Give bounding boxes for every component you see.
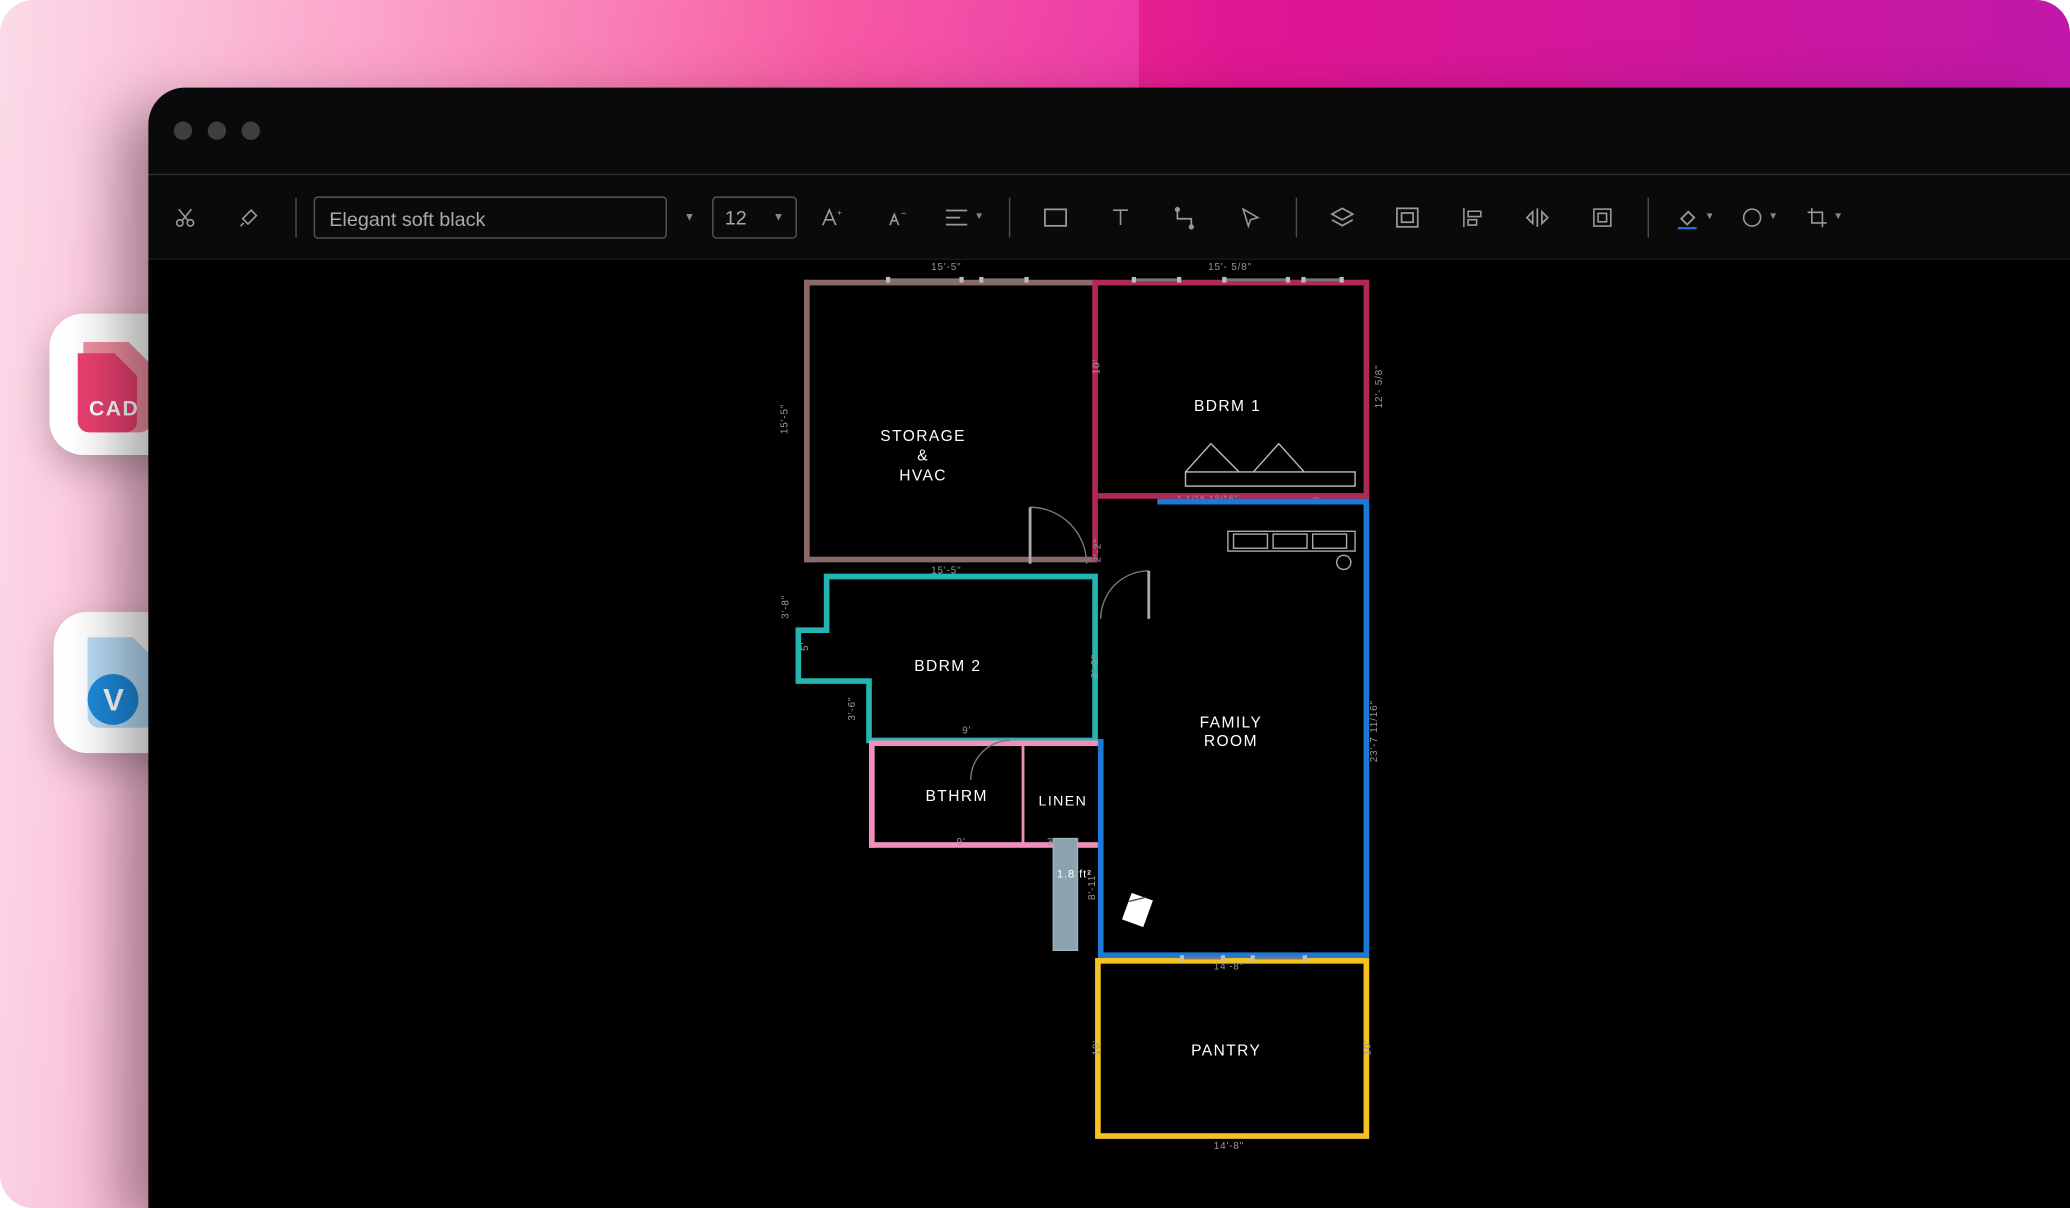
window-titlebar — [148, 88, 2070, 176]
counter-size: 1.8 ft² — [1057, 868, 1092, 881]
fill-color-button[interactable]: ▼ — [1666, 189, 1723, 246]
frame-button[interactable] — [1574, 189, 1631, 246]
font-increase-button[interactable]: + — [805, 189, 862, 246]
group-button[interactable] — [1379, 189, 1436, 246]
dim: 10' — [1092, 1040, 1102, 1055]
dim: 3'-6" — [848, 697, 858, 721]
svg-text:+: + — [837, 207, 842, 217]
floor-object — [1118, 890, 1160, 932]
font-family-select[interactable]: Elegant soft black — [314, 196, 667, 238]
door-arc-1 — [1024, 502, 1092, 570]
kitchen-counter[interactable] — [1053, 838, 1078, 951]
font-family-caret-icon[interactable]: ▼ — [675, 211, 703, 224]
crop-button[interactable]: ▼ — [1796, 189, 1853, 246]
dim: 5' — [801, 642, 811, 651]
app-window: Elegant soft black ▼ 12▼ + − ▼ ▼ ▼ ▼ — [148, 88, 2070, 1208]
svg-text:V: V — [103, 683, 124, 718]
text-tool[interactable] — [1092, 189, 1149, 246]
floor-plan: STORAGE & HVAC 15'-5" 15'-5" 15'-5" BDRM… — [798, 280, 1377, 1208]
dim: 14'-8" — [1214, 962, 1244, 972]
font-size-select[interactable]: 12▼ — [712, 196, 797, 238]
dim: 15'-5" — [931, 263, 961, 273]
window-maximize-icon[interactable] — [242, 122, 260, 140]
font-family-value: Elegant soft black — [329, 207, 485, 230]
shape-button[interactable]: ▼ — [1731, 189, 1788, 246]
rectangle-tool[interactable] — [1027, 189, 1084, 246]
dim: 3'-8" — [781, 595, 791, 619]
door-arc-2 — [1095, 565, 1154, 624]
left-align-button[interactable] — [1444, 189, 1501, 246]
cut-button[interactable] — [157, 189, 214, 246]
dim: 2'-2" — [1094, 538, 1104, 562]
align-menu[interactable]: ▼ — [935, 189, 992, 246]
room-label-bdrm2: BDRM 2 — [914, 658, 981, 675]
font-size-value: 12 — [725, 196, 747, 238]
dim: 15'-5" — [780, 404, 790, 434]
toolbar: Elegant soft black ▼ 12▼ + − ▼ ▼ ▼ ▼ — [148, 175, 2070, 260]
flip-button[interactable] — [1509, 189, 1566, 246]
pointer-tool[interactable] — [1222, 189, 1279, 246]
room-label-bdrm1: BDRM 1 — [1194, 398, 1261, 415]
font-decrease-button[interactable]: − — [870, 189, 927, 246]
room-label-bthrm: BTHRM — [926, 788, 988, 805]
format-painter-button[interactable] — [222, 189, 279, 246]
room-label-linen: LINEN — [1039, 794, 1088, 810]
dim: 23'-7 11/16" — [1370, 700, 1380, 762]
dim: 14'-8" — [1214, 1142, 1244, 1152]
window-close-icon[interactable] — [174, 122, 192, 140]
door-arc-3 — [965, 735, 1016, 786]
dim: 15'- 5/8" — [1208, 263, 1252, 273]
layers-button[interactable] — [1314, 189, 1371, 246]
room-label-family: FAMILY ROOM — [1200, 715, 1263, 752]
svg-text:−: − — [901, 208, 907, 219]
room-label-pantry: PANTRY — [1191, 1043, 1261, 1060]
room-label-storage: STORAGE & HVAC — [880, 427, 966, 486]
dim: 10' — [1364, 1040, 1374, 1055]
bdrm1-furniture — [1183, 432, 1361, 491]
dim: 12'- 5/8" — [1375, 365, 1385, 409]
family-sofa — [1225, 526, 1361, 574]
drawing-canvas[interactable]: STORAGE & HVAC 15'-5" 15'-5" 15'-5" BDRM… — [148, 260, 2070, 1208]
connector-tool[interactable] — [1157, 189, 1214, 246]
dim: 10' — [1092, 359, 1102, 374]
svg-text:CAD: CAD — [89, 397, 139, 420]
window-minimize-icon[interactable] — [208, 122, 226, 140]
dim: 9' — [957, 838, 966, 848]
